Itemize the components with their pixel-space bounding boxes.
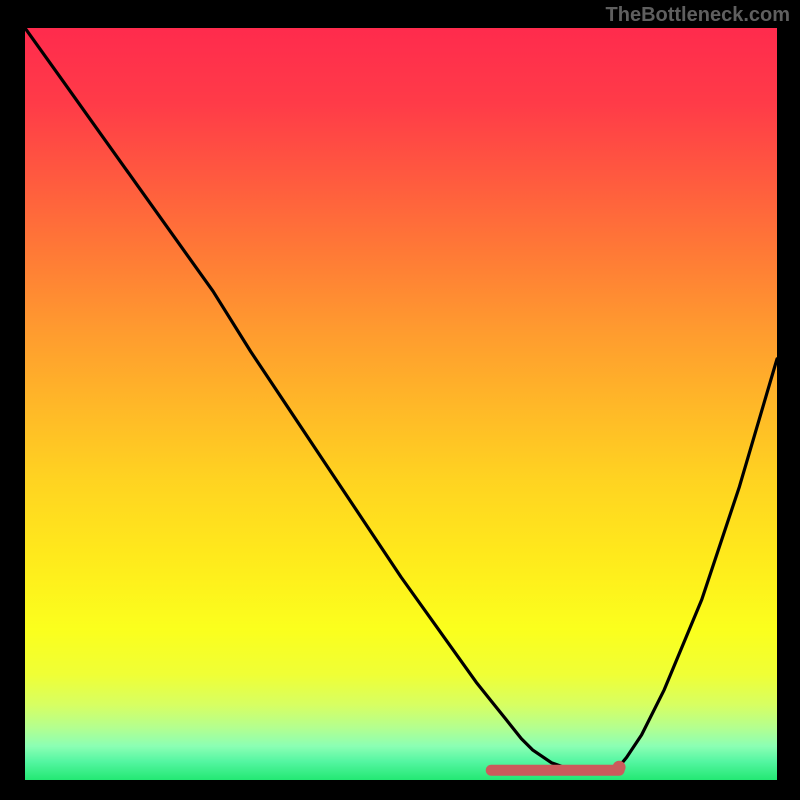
plot-area <box>25 28 777 780</box>
bottleneck-curve <box>25 28 777 780</box>
chart-container: TheBottleneck.com <box>0 0 800 800</box>
watermark-text: TheBottleneck.com <box>606 4 790 27</box>
